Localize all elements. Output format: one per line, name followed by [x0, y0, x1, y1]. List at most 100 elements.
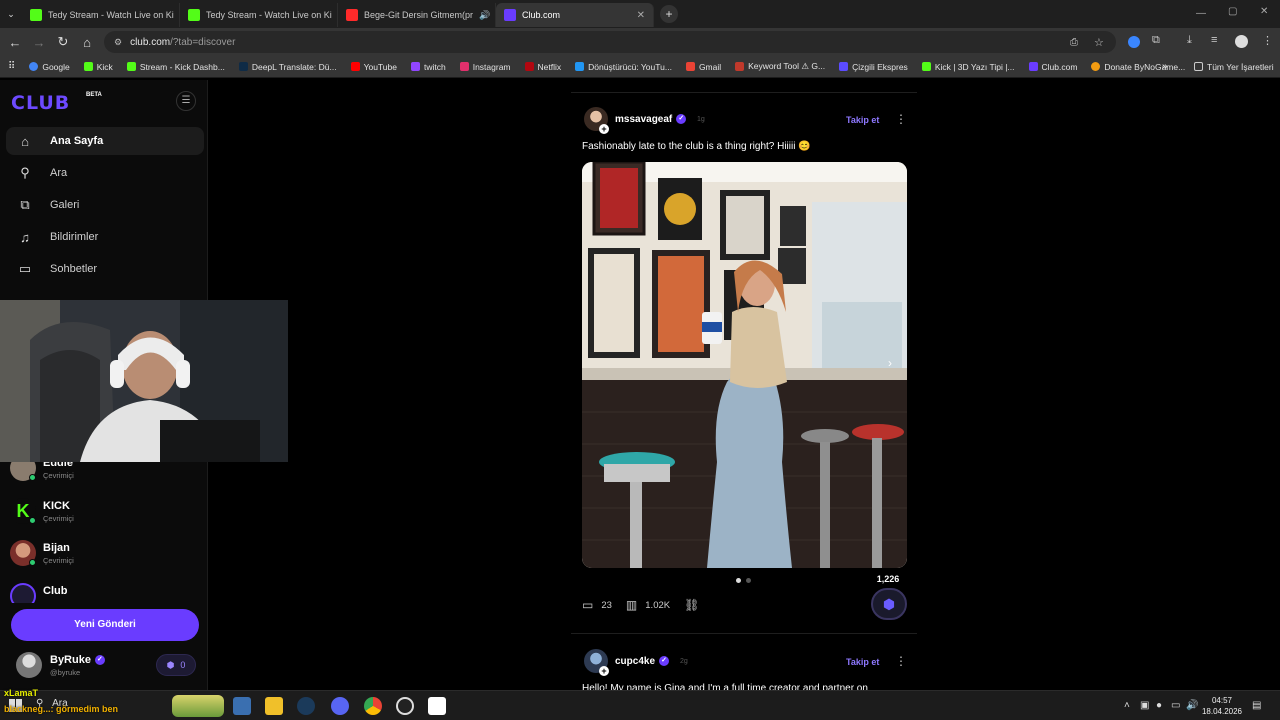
bookmark[interactable]: Donate ByNoGame... — [1091, 62, 1185, 72]
more-menu-icon[interactable]: ⋮ — [1262, 34, 1273, 47]
online-indicator — [29, 474, 36, 481]
bookmark[interactable]: YouTube — [350, 62, 397, 72]
tab-1[interactable]: Tedy Stream - Watch Live on Ki ✕ — [22, 3, 180, 27]
post-username[interactable]: cupc4ke ✓ — [615, 656, 670, 667]
twitch-icon — [410, 62, 420, 71]
profile-icon[interactable] — [1235, 35, 1248, 48]
download-icon[interactable]: ⤓ — [1187, 34, 1192, 47]
url-path: /?tab=discover — [170, 36, 236, 48]
chrome-icon[interactable] — [364, 697, 382, 715]
reading-list-icon[interactable]: ≡ — [1211, 34, 1217, 46]
new-tab-button[interactable]: + — [660, 5, 678, 23]
verified-icon: ✓ — [94, 655, 105, 666]
extension-icon[interactable] — [1128, 36, 1140, 48]
profile-card[interactable]: ByRuke ✓ @byruke ⬢ 0 — [10, 648, 198, 684]
steam-icon[interactable] — [297, 697, 315, 715]
new-post-button[interactable]: Yeni Gönderi — [11, 609, 199, 641]
sidebar-menu-button[interactable]: ☰ — [176, 91, 196, 111]
app-icon[interactable] — [233, 697, 251, 715]
obs-icon[interactable] — [396, 697, 414, 715]
comment-icon[interactable]: ▭ — [582, 598, 593, 612]
follow-button[interactable]: Takip et — [846, 657, 879, 667]
bookmark[interactable]: Netflix — [524, 62, 561, 72]
tray-overflow-icon[interactable]: ˄ — [1124, 700, 1130, 711]
converter-icon — [575, 62, 585, 71]
chat-icon: ▭ — [18, 261, 32, 276]
follow-button[interactable]: Takip et — [846, 115, 879, 125]
bell-icon: ♫ — [20, 229, 30, 245]
post-more-icon[interactable]: ⋮ — [895, 112, 907, 126]
forward-icon[interactable]: → — [27, 35, 51, 50]
bookmark[interactable]: Kick | 3D Yazı Tipi |... — [921, 62, 1015, 72]
bookmark[interactable]: Club.com — [1028, 62, 1077, 72]
install-icon[interactable]: ⎙ — [1070, 37, 1078, 48]
close-icon[interactable]: ✕ — [631, 10, 645, 21]
bookmark[interactable]: Dönüştürücü: YouTu... — [575, 62, 672, 72]
club-logo[interactable]: CLUB — [11, 92, 70, 114]
star-icon[interactable]: ☆ — [1094, 36, 1104, 49]
tab-list-button[interactable]: ⌄ — [0, 9, 22, 20]
bookmark[interactable]: Çizgili Ekspres — [839, 62, 908, 72]
bookmark[interactable]: Keyword Tool ⚠ G... — [735, 61, 825, 72]
url-field[interactable]: ⚙ club.com /?tab=discover ⎙ ☆ — [104, 31, 1116, 53]
sidebar-item-gallery[interactable]: ⧉ Galeri — [6, 191, 204, 219]
bookmark[interactable]: twitch — [410, 62, 446, 72]
taskbar: ⚲ Ara ˄ ▣ ● ▭ 🔊 04:57 18.04.2026 ▤ — [0, 690, 1280, 720]
keyword-tool-icon — [735, 62, 745, 71]
post-more-icon[interactable]: ⋮ — [895, 654, 907, 668]
post-image[interactable] — [582, 162, 907, 568]
carousel-dot[interactable] — [736, 578, 741, 583]
notification-icon[interactable]: ▤ — [1252, 700, 1261, 711]
capcut-icon[interactable] — [428, 697, 446, 715]
apps-icon[interactable]: ⠿ — [8, 61, 15, 72]
balance-badge[interactable]: ⬢ 0 — [156, 654, 196, 676]
post-actions: ▭ 23 ▥ 1.02K ⛓ — [582, 598, 707, 612]
link-icon[interactable]: ⛓ — [684, 598, 699, 612]
plus-icon[interactable]: + — [599, 666, 609, 676]
sidebar-item-chats[interactable]: ▭ Sohbetler — [6, 255, 204, 283]
sidebar-item-label: Galeri — [50, 199, 80, 211]
post-username[interactable]: mssavageaf ✓ — [615, 114, 687, 125]
minimize-icon[interactable]: — — [1196, 8, 1206, 19]
back-icon[interactable]: ← — [3, 35, 27, 50]
discord-icon[interactable] — [331, 697, 349, 715]
meet-icon[interactable]: ▣ — [1140, 700, 1149, 711]
tip-button[interactable]: ⬢ — [871, 588, 907, 620]
home-icon[interactable]: ⌂ — [75, 35, 99, 50]
friend-name: Bijan — [43, 542, 70, 554]
reload-icon[interactable]: ↻ — [51, 34, 75, 50]
window-close-icon[interactable]: ✕ — [1260, 6, 1268, 17]
tab-3[interactable]: Bege-Git Dersin Gitmem(pr 🔊 ✕ — [338, 3, 496, 27]
friend-item[interactable]: K KICK Çevrimiçi — [10, 498, 200, 528]
friend-item[interactable]: Bijan Çevrimiçi — [10, 540, 200, 570]
coin-icon: ⬢ — [166, 659, 175, 670]
widget-image[interactable] — [172, 695, 224, 717]
site-info-icon[interactable]: ⚙ — [114, 37, 122, 48]
carousel-dot[interactable] — [746, 578, 751, 583]
file-explorer-icon[interactable] — [265, 697, 283, 715]
network-icon[interactable]: ▭ — [1171, 700, 1180, 711]
bookmark[interactable]: Gmail — [685, 62, 721, 72]
username-text: mssavageaf — [615, 114, 673, 125]
maximize-icon[interactable]: ▢ — [1228, 6, 1237, 17]
bookmarks-overflow-icon[interactable]: » — [1162, 61, 1168, 72]
bookmark[interactable]: DeepL Translate: Dü... — [238, 62, 337, 72]
microphone-icon[interactable]: ● — [1156, 700, 1162, 711]
tab-2[interactable]: Tedy Stream - Watch Live on Ki ✕ — [180, 3, 338, 27]
sidebar-item-home[interactable]: ⌂ Ana Sayfa — [6, 127, 204, 155]
sidebar-item-search[interactable]: ⚲ Ara — [6, 159, 204, 187]
tab-title: Tedy Stream - Watch Live on Ki — [206, 10, 332, 20]
extensions-puzzle-icon[interactable]: ⧉ — [1152, 34, 1160, 47]
bookmark[interactable]: Google — [29, 62, 70, 72]
bookmark[interactable]: Stream - Kick Dashb... — [126, 62, 225, 72]
bookmark[interactable]: Instagram — [459, 62, 511, 72]
bookmark-label: Kick — [96, 61, 113, 72]
clock[interactable]: 04:57 18.04.2026 — [1197, 695, 1247, 717]
all-bookmarks[interactable]: Tüm Yer İşaretleri — [1194, 62, 1274, 72]
carousel-next-icon[interactable]: › — [883, 356, 897, 374]
friend-item[interactable]: Club — [10, 583, 200, 603]
plus-icon[interactable]: + — [599, 124, 609, 134]
bookmark[interactable]: Kick — [83, 61, 113, 72]
tab-4[interactable]: Club.com ✕ — [496, 3, 654, 27]
sidebar-item-notifications[interactable]: ♫ Bildirimler — [6, 223, 204, 251]
